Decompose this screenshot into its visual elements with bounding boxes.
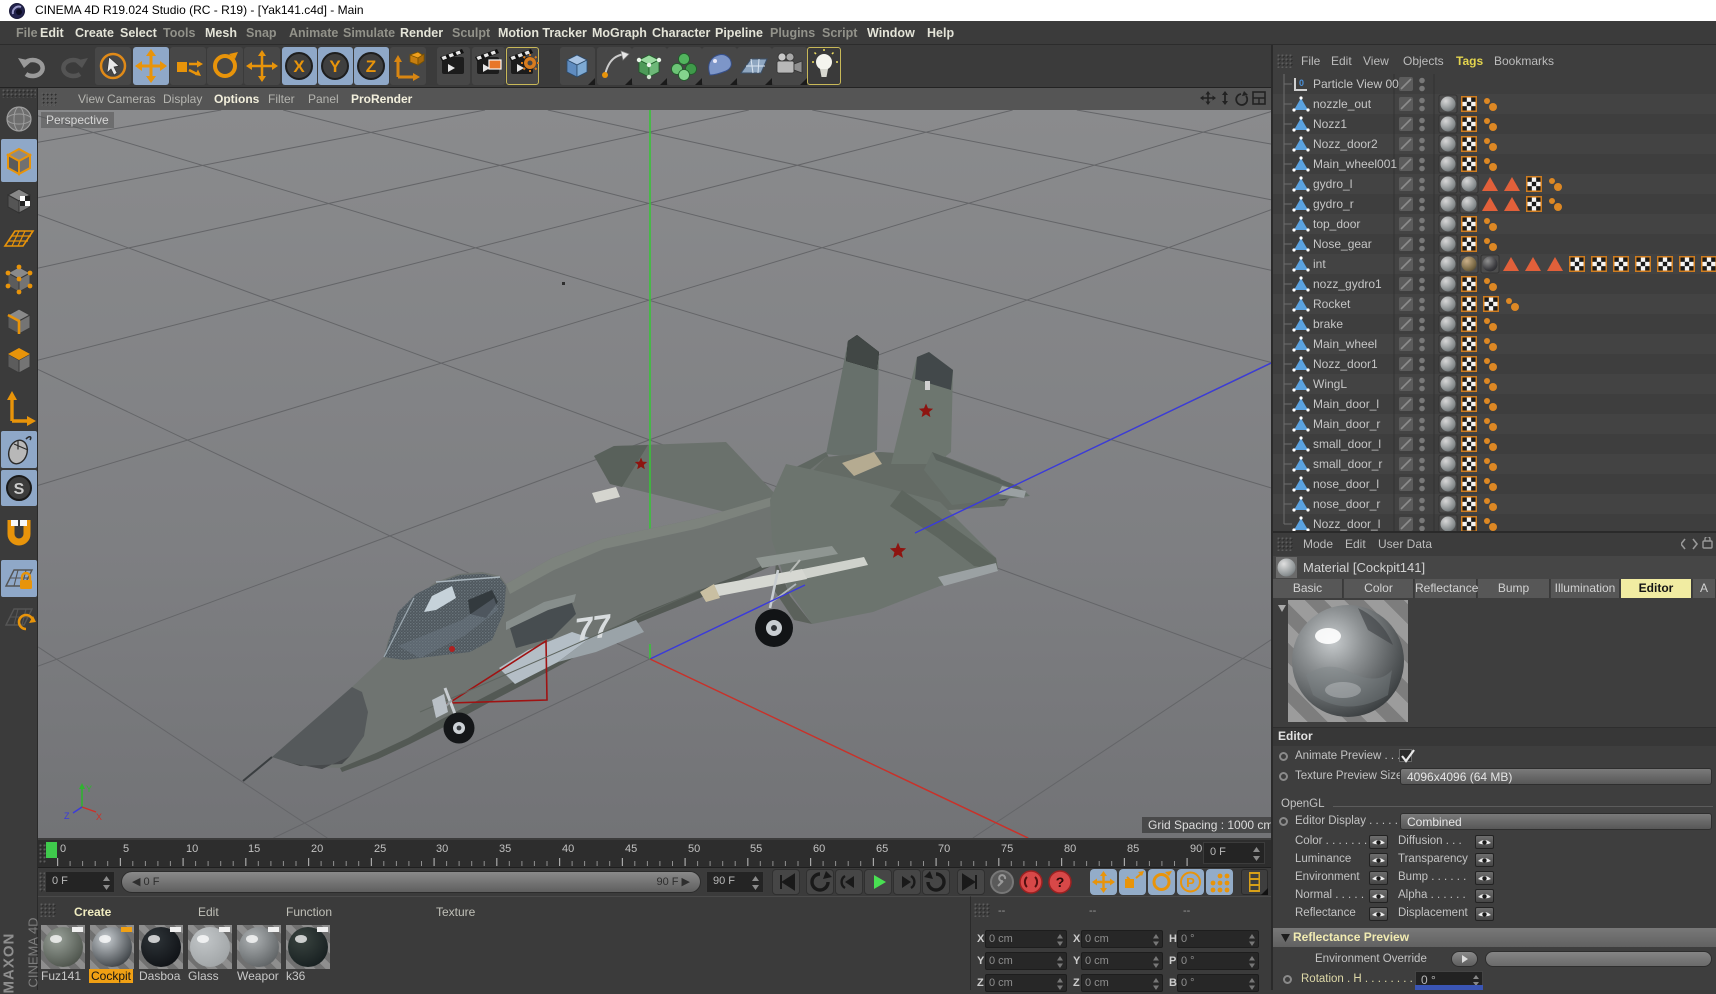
- svg-text:P: P: [1186, 875, 1195, 890]
- svg-text:int: int: [1313, 257, 1326, 271]
- svg-text:Particle View 001: Particle View 001: [1313, 77, 1406, 91]
- svg-text:Main_door_r: Main_door_r: [1313, 417, 1380, 431]
- svg-text:Nose_gear: Nose_gear: [1313, 237, 1372, 251]
- svg-text:Main_wheel: Main_wheel: [1313, 337, 1377, 351]
- svg-text:gydro_r: gydro_r: [1313, 197, 1354, 211]
- svg-text:small_door_r: small_door_r: [1313, 457, 1382, 471]
- svg-text:gydro_l: gydro_l: [1313, 177, 1352, 191]
- svg-text:X: X: [96, 812, 102, 822]
- svg-text:Main_wheel001: Main_wheel001: [1313, 157, 1397, 171]
- svg-text:top_door: top_door: [1313, 217, 1360, 231]
- svg-text:brake: brake: [1313, 317, 1343, 331]
- svg-text:Y: Y: [329, 57, 341, 76]
- svg-text:Nozz_door2: Nozz_door2: [1313, 137, 1378, 151]
- svg-text:nozz_gydro1: nozz_gydro1: [1313, 277, 1382, 291]
- svg-text:WingL: WingL: [1313, 377, 1347, 391]
- svg-text:?: ?: [1056, 874, 1065, 890]
- svg-text:Nozz_door_l: Nozz_door_l: [1313, 517, 1380, 531]
- svg-text:Z: Z: [366, 57, 376, 76]
- svg-text:Main_door_l: Main_door_l: [1313, 397, 1379, 411]
- svg-text:nose_door_r: nose_door_r: [1313, 497, 1380, 511]
- svg-text:nose_door_l: nose_door_l: [1313, 477, 1379, 491]
- svg-text:0: 0: [1299, 78, 1304, 88]
- svg-text:Nozz1: Nozz1: [1313, 117, 1347, 131]
- svg-text:S: S: [14, 481, 25, 498]
- svg-text:Rocket: Rocket: [1313, 297, 1351, 311]
- svg-text:Nozz_door1: Nozz_door1: [1313, 357, 1378, 371]
- svg-text:X: X: [293, 57, 305, 76]
- svg-text:Z: Z: [64, 811, 70, 821]
- svg-text:nozzle_out: nozzle_out: [1313, 97, 1372, 111]
- svg-text:small_door_l: small_door_l: [1313, 437, 1381, 451]
- svg-text:Y: Y: [86, 784, 92, 794]
